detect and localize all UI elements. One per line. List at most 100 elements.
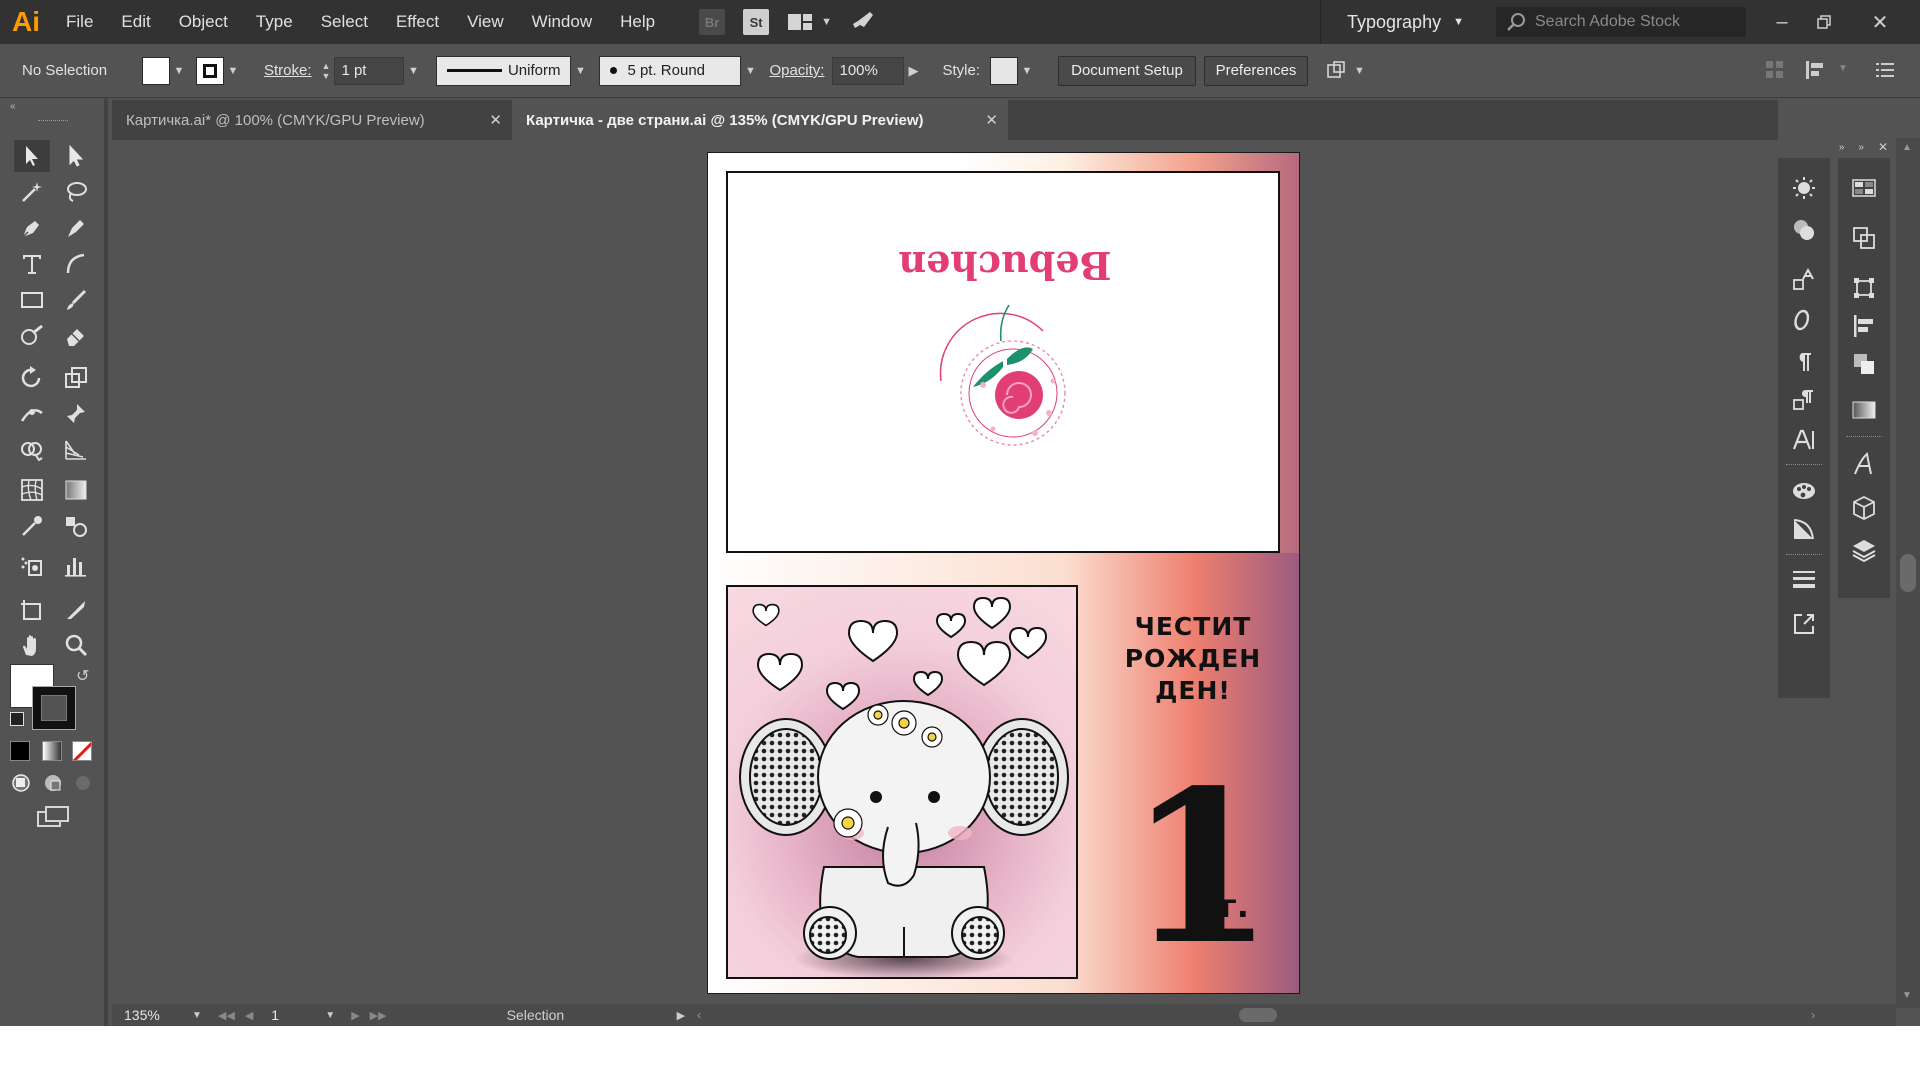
- status-menu-arrow-icon[interactable]: ▶: [677, 1009, 685, 1022]
- first-artboard-icon[interactable]: ◀◀: [218, 1009, 235, 1022]
- fill-swatch[interactable]: [142, 56, 170, 85]
- draw-normal-icon[interactable]: [10, 772, 34, 794]
- eyedropper-tool[interactable]: [14, 510, 50, 542]
- magic-wand-tool[interactable]: [14, 176, 50, 208]
- fill-dropdown[interactable]: ▼: [170, 65, 188, 77]
- selection-tool[interactable]: [14, 140, 50, 172]
- stroke-weight-dropdown[interactable]: ▼: [404, 65, 422, 77]
- stroke-panel-button[interactable]: [1788, 562, 1820, 594]
- opentype-panel-button[interactable]: [1788, 304, 1820, 336]
- last-artboard-icon[interactable]: ▶▶: [370, 1009, 387, 1022]
- isolation-button[interactable]: ▼: [1324, 59, 1365, 83]
- artboard-card[interactable]: Bebuchen ЧЕСТИТ РОЖДЕН ДЕН! 1 г.: [707, 152, 1300, 994]
- age-unit[interactable]: г.: [1220, 887, 1249, 925]
- horizontal-scroll-track[interactable]: [707, 1005, 1811, 1025]
- adobe-stock-search[interactable]: Search Adobe Stock: [1496, 7, 1746, 37]
- mesh-tool[interactable]: [14, 474, 50, 506]
- transparency-panel-button[interactable]: [1788, 514, 1820, 546]
- collapse-panels-icon[interactable]: »: [1839, 142, 1845, 153]
- minimize-button[interactable]: –: [1760, 0, 1804, 44]
- gpu-performance-rocket-icon[interactable]: [850, 9, 876, 35]
- draw-inside-icon[interactable]: [72, 772, 96, 794]
- width-tool[interactable]: [14, 398, 50, 430]
- zoom-level-input[interactable]: 135%: [118, 1005, 188, 1025]
- align-grid-icon[interactable]: [1764, 59, 1786, 81]
- close-window-button[interactable]: ✕: [1858, 0, 1902, 44]
- opacity-expand-arrow[interactable]: ▶: [904, 63, 922, 79]
- chevron-down-icon[interactable]: ▼: [1838, 63, 1848, 74]
- tab-kartichka-dve-strani[interactable]: Картичка - две страни.ai @ 135% (CMYK/GP…: [512, 100, 1008, 140]
- symbol-sprayer-tool[interactable]: [14, 550, 50, 582]
- zoom-tool[interactable]: [58, 630, 94, 662]
- pen-tool[interactable]: [14, 212, 50, 244]
- card-back-panel[interactable]: Bebuchen: [726, 171, 1280, 553]
- panel-menu-icon[interactable]: [1874, 60, 1896, 80]
- paintbrush-tool[interactable]: [58, 284, 94, 316]
- menu-edit[interactable]: Edit: [107, 0, 164, 44]
- lasso-tool[interactable]: [58, 176, 94, 208]
- transform-panel-button[interactable]: [1848, 272, 1880, 304]
- vertical-scrollbar[interactable]: ▲ ▼: [1896, 138, 1920, 1008]
- stroke-swatch[interactable]: [196, 56, 224, 85]
- menu-effect[interactable]: Effect: [382, 0, 453, 44]
- character-styles-panel-button[interactable]: [1788, 264, 1820, 296]
- shaper-tool[interactable]: [14, 320, 50, 352]
- color-mode-button[interactable]: [10, 741, 30, 761]
- opacity-label[interactable]: Opacity:: [769, 62, 824, 79]
- direct-selection-tool[interactable]: [58, 140, 94, 172]
- stock-button[interactable]: St: [743, 9, 770, 35]
- document-setup-button[interactable]: Document Setup: [1058, 55, 1196, 86]
- collapse-panels-icon[interactable]: »: [1858, 142, 1864, 153]
- arrange-documents-button[interactable]: ▼: [787, 12, 832, 32]
- opacity-input[interactable]: 100%: [832, 56, 905, 85]
- libraries-panel-button[interactable]: [1848, 492, 1880, 524]
- pathfinder-panel-button[interactable]: [1848, 222, 1880, 254]
- previous-artboard-icon[interactable]: ◀: [245, 1009, 253, 1022]
- stroke-color-dropdown[interactable]: ▼: [224, 65, 242, 77]
- menu-help[interactable]: Help: [606, 0, 669, 44]
- greeting-text[interactable]: ЧЕСТИТ РОЖДЕН ДЕН!: [1088, 611, 1298, 707]
- change-screen-mode-icon[interactable]: [36, 804, 70, 830]
- paragraph-panel-button[interactable]: [1788, 346, 1820, 378]
- blend-tool[interactable]: [58, 510, 94, 542]
- swap-fill-stroke-icon[interactable]: ↺: [76, 666, 89, 686]
- draw-behind-icon[interactable]: [42, 772, 66, 794]
- graphic-style-swatch[interactable]: [990, 56, 1018, 85]
- rectangle-tool[interactable]: [14, 284, 50, 316]
- column-graph-tool[interactable]: [58, 550, 94, 582]
- brush-definition[interactable]: 5 pt. Round: [599, 55, 742, 86]
- align-objects-icon[interactable]: [1804, 59, 1830, 81]
- zoom-dropdown-icon[interactable]: ▼: [192, 1010, 202, 1021]
- profile-dropdown[interactable]: ▼: [571, 65, 589, 77]
- scale-tool[interactable]: [58, 362, 94, 394]
- align-panel-button[interactable]: [1848, 310, 1880, 342]
- stroke-color-box[interactable]: [32, 686, 76, 730]
- perspective-grid-tool[interactable]: [58, 434, 94, 466]
- horizontal-scroll-thumb[interactable]: [1239, 1008, 1278, 1022]
- arc-tool[interactable]: [58, 248, 94, 280]
- tab-kartichka[interactable]: Картичка.ai* @ 100% (CMYK/GPU Preview) ✕: [112, 100, 512, 140]
- bridge-button[interactable]: Br: [699, 9, 726, 35]
- layers-panel-button[interactable]: [1848, 534, 1880, 566]
- hand-tool[interactable]: [14, 630, 50, 662]
- layers-arrange-panel-button[interactable]: [1848, 348, 1880, 380]
- artboard-tool[interactable]: [14, 594, 50, 626]
- artboard-dropdown-icon[interactable]: ▼: [325, 1010, 335, 1021]
- restore-button[interactable]: [1802, 0, 1846, 44]
- eraser-tool[interactable]: [58, 320, 94, 352]
- age-number[interactable]: 1: [1128, 763, 1274, 973]
- stroke-label[interactable]: Stroke:: [264, 62, 312, 79]
- preferences-button[interactable]: Preferences: [1204, 55, 1308, 86]
- menu-view[interactable]: View: [453, 0, 518, 44]
- graphic-style-dropdown[interactable]: ▼: [1018, 65, 1036, 77]
- menu-select[interactable]: Select: [307, 0, 382, 44]
- type-tool[interactable]: [14, 248, 50, 280]
- puppet-warp-tool[interactable]: [58, 398, 94, 430]
- swatches-panel-button[interactable]: [1848, 172, 1880, 204]
- stroke-weight-stepper[interactable]: ▲ ▼: [322, 61, 331, 81]
- paragraph-styles-panel-button[interactable]: [1788, 384, 1820, 416]
- stroke-weight-input[interactable]: 1 pt: [334, 56, 405, 85]
- default-fill-stroke-icon[interactable]: [10, 712, 24, 726]
- scroll-right-icon[interactable]: ›: [1811, 1008, 1815, 1022]
- shape-builder-tool[interactable]: [14, 434, 50, 466]
